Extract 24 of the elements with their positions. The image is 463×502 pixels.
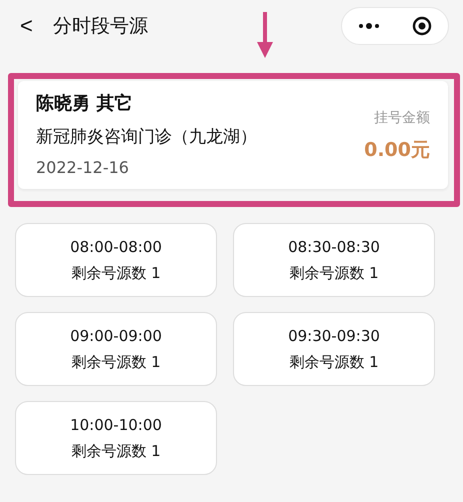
time-slot[interactable]: 09:30-09:30 剩余号源数 1 <box>233 312 435 386</box>
more-icon[interactable] <box>358 23 380 29</box>
fee-amount: 0.00元 <box>364 138 430 163</box>
fee-label: 挂号金额 <box>374 109 430 127</box>
slot-time: 08:00-08:00 <box>70 238 162 256</box>
slot-time: 10:00-10:00 <box>70 416 162 434</box>
page-title: 分时段号源 <box>52 14 148 39</box>
slot-time: 08:30-08:30 <box>288 238 380 256</box>
date: 2022-12-16 <box>36 158 130 177</box>
slot-remaining: 剩余号源数 1 <box>289 352 379 372</box>
slot-remaining: 剩余号源数 1 <box>289 264 379 282</box>
slot-remaining: 剩余号源数 1 <box>71 352 161 372</box>
time-slot[interactable]: 08:00-08:00 剩余号源数 1 <box>15 223 217 297</box>
back-button[interactable]: < <box>20 13 33 39</box>
doctor-name: 陈晓勇 其它 <box>36 92 134 115</box>
slot-remaining: 剩余号源数 1 <box>71 264 161 282</box>
arrow-icon <box>257 12 273 58</box>
time-slot[interactable]: 09:00-09:00 剩余号源数 1 <box>15 312 217 386</box>
department: 新冠肺炎咨询门诊（九龙湖） <box>36 126 257 148</box>
slot-time: 09:00-09:00 <box>70 326 162 344</box>
time-slot[interactable]: 10:00-10:00 剩余号源数 1 <box>15 401 217 475</box>
time-slot[interactable]: 08:30-08:30 剩余号源数 1 <box>233 223 435 297</box>
slot-time: 09:30-09:30 <box>288 326 380 344</box>
slot-remaining: 剩余号源数 1 <box>71 442 161 460</box>
